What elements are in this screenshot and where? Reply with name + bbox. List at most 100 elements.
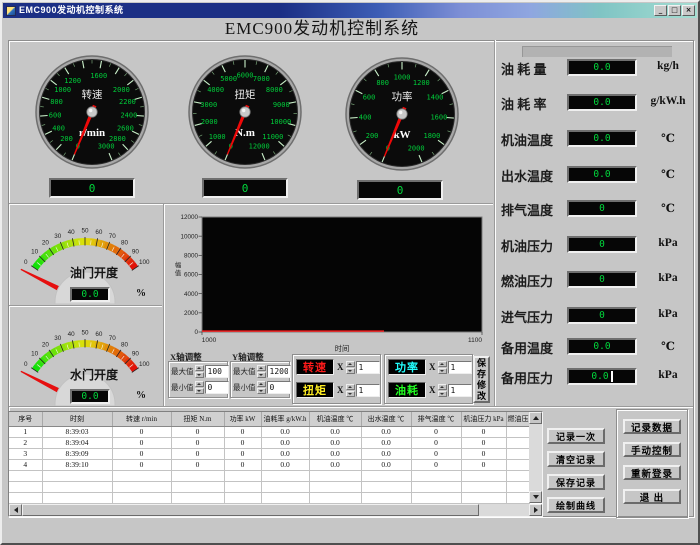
axis-adjust-input[interactable] bbox=[267, 381, 291, 394]
axis-adjust-input[interactable] bbox=[205, 381, 229, 394]
scroll-right-icon[interactable] bbox=[529, 504, 542, 516]
table-cell bbox=[461, 470, 506, 481]
table-cell: 8:39:09 bbox=[42, 448, 112, 459]
save-records-button[interactable]: 保存记录 bbox=[547, 474, 605, 490]
legend-factor-input[interactable] bbox=[356, 361, 380, 374]
app-window: EMC900发动机控制系统 _□× EMC900发动机控制系统 02004006… bbox=[0, 0, 700, 545]
table-cell: 0 bbox=[411, 448, 461, 459]
column-header: 时刻 bbox=[42, 412, 112, 426]
meter-led-value: 0.0 bbox=[81, 391, 98, 402]
readout-label: 排气温度 bbox=[501, 200, 573, 219]
column-header: 燃油压 bbox=[506, 412, 529, 426]
legend-color-chip-扭矩[interactable]: 扭矩 bbox=[296, 382, 334, 398]
table-cell: 0.0 bbox=[309, 448, 361, 459]
svg-text:1000: 1000 bbox=[394, 73, 411, 81]
spinner-down-icon[interactable] bbox=[257, 372, 266, 378]
svg-text:2000: 2000 bbox=[113, 86, 130, 94]
spinner-down-icon[interactable] bbox=[195, 388, 204, 394]
readout-led[interactable]: 0.0 bbox=[567, 368, 637, 385]
spinner-control[interactable] bbox=[257, 381, 266, 394]
spinner-up-icon[interactable] bbox=[346, 384, 355, 390]
readout-value: 0 bbox=[599, 310, 605, 321]
spinner-control[interactable] bbox=[195, 365, 204, 378]
table-cell bbox=[171, 492, 224, 503]
column-header: 出水温度 ℃ bbox=[361, 412, 411, 426]
spinner-down-icon[interactable] bbox=[257, 388, 266, 394]
spinner-control[interactable] bbox=[438, 361, 447, 374]
spinner-control[interactable] bbox=[438, 384, 447, 397]
save-changes-button[interactable]: 保存修改 bbox=[473, 356, 490, 403]
close-icon[interactable]: × bbox=[682, 5, 695, 16]
svg-text:1000: 1000 bbox=[202, 337, 217, 344]
exit-button[interactable]: 退 出 bbox=[623, 489, 681, 504]
spinner-up-icon[interactable] bbox=[195, 381, 204, 387]
legend-color-chip-转速[interactable]: 转速 bbox=[296, 359, 334, 375]
axis-adjust-input[interactable] bbox=[267, 365, 291, 378]
draw-curve-button[interactable]: 绘制曲线 bbox=[547, 497, 605, 513]
readout-unit: kg/h bbox=[641, 60, 695, 72]
spinner-up-icon[interactable] bbox=[195, 365, 204, 371]
legend-factor-input[interactable] bbox=[448, 384, 472, 397]
maximize-icon[interactable]: □ bbox=[668, 5, 681, 16]
table-hscrollbar[interactable] bbox=[9, 504, 542, 516]
readout-row-备用温度: 备用温度0.0℃ bbox=[499, 337, 696, 357]
table-vscrollbar[interactable] bbox=[529, 412, 542, 503]
readout-row-燃油压力: 燃油压力0kPa bbox=[499, 270, 696, 290]
record-data-button[interactable]: 记录数据 bbox=[623, 419, 681, 434]
spinner-control[interactable] bbox=[257, 365, 266, 378]
spinner-down-icon[interactable] bbox=[438, 391, 447, 397]
svg-text:功率: 功率 bbox=[392, 90, 413, 103]
legend-factor-input[interactable] bbox=[356, 384, 380, 397]
readout-value: 0 bbox=[599, 274, 605, 285]
readout-label: 燃油压力 bbox=[501, 271, 573, 290]
spinner-up-icon[interactable] bbox=[438, 384, 447, 390]
svg-text:1100: 1100 bbox=[468, 337, 482, 344]
save-changes-char: 保 bbox=[477, 358, 486, 369]
table-cell: 1 bbox=[9, 426, 42, 437]
spinner-down-icon[interactable] bbox=[195, 372, 204, 378]
spinner-down-icon[interactable] bbox=[346, 368, 355, 374]
table-cell bbox=[9, 481, 42, 492]
spinner-down-icon[interactable] bbox=[438, 368, 447, 374]
hscroll-thumb[interactable] bbox=[22, 504, 479, 516]
svg-text:2000: 2000 bbox=[408, 145, 425, 153]
spinner-control[interactable] bbox=[346, 384, 355, 397]
readout-unit: kPa bbox=[641, 369, 695, 381]
divider-above-table bbox=[9, 406, 693, 408]
scroll-down-icon[interactable] bbox=[529, 491, 542, 503]
spinner-up-icon[interactable] bbox=[257, 365, 266, 371]
clear-records-button[interactable]: 清空记录 bbox=[547, 451, 605, 467]
table-cell: 0.0 bbox=[309, 437, 361, 448]
axis-adjust-input[interactable] bbox=[205, 365, 229, 378]
spinner-control[interactable] bbox=[346, 361, 355, 374]
readout-value: 0.0 bbox=[593, 133, 610, 144]
legend-color-chip-功率[interactable]: 功率 bbox=[388, 359, 426, 375]
relogin-button[interactable]: 重新登录 bbox=[623, 465, 681, 480]
axis-adjust-row: 最大值 bbox=[171, 364, 226, 378]
scroll-left-icon[interactable] bbox=[9, 504, 22, 516]
axis-adjust-row: 最小值 bbox=[233, 380, 288, 394]
manual-control-button[interactable]: 手动控制 bbox=[623, 442, 681, 457]
gauge-dial-扭矩: 0100020003000400050006000700080009000100… bbox=[185, 52, 305, 172]
scroll-up-icon[interactable] bbox=[529, 412, 542, 424]
svg-text:6000: 6000 bbox=[184, 272, 199, 279]
spinner-down-icon[interactable] bbox=[346, 391, 355, 397]
legend-frame-0: 转速X扭矩X bbox=[292, 354, 381, 404]
app-icon bbox=[6, 6, 16, 16]
meter-name: 水门开度 bbox=[34, 366, 154, 380]
spinner-up-icon[interactable] bbox=[438, 361, 447, 367]
spinner-control[interactable] bbox=[195, 381, 204, 394]
legend-factor-input[interactable] bbox=[448, 361, 472, 374]
svg-text:80: 80 bbox=[121, 239, 129, 246]
minimize-icon[interactable]: _ bbox=[654, 5, 667, 16]
record-once-button[interactable]: 记录一次 bbox=[547, 428, 605, 444]
spinner-up-icon[interactable] bbox=[257, 381, 266, 387]
legend-color-chip-油耗[interactable]: 油耗 bbox=[388, 382, 426, 398]
column-header: 油耗率 g/kW.h bbox=[261, 412, 309, 426]
svg-text:200: 200 bbox=[366, 132, 379, 140]
spinner-up-icon[interactable] bbox=[346, 361, 355, 367]
readout-unit: kPa bbox=[641, 237, 695, 249]
readout-value: 0.0 bbox=[593, 341, 610, 352]
svg-text:60: 60 bbox=[95, 331, 103, 338]
table-cell: 8:39:10 bbox=[42, 459, 112, 470]
